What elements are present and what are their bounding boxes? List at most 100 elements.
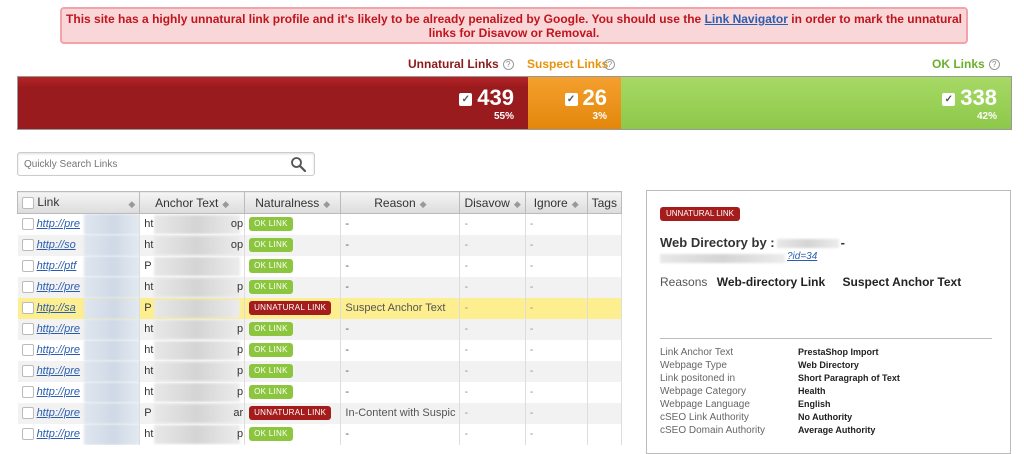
tags-cell[interactable] [587, 318, 623, 340]
row-link[interactable]: http://pre [37, 281, 80, 293]
row-checkbox[interactable] [21, 239, 34, 252]
disavow-cell[interactable]: - [459, 402, 526, 424]
disavow-cell[interactable]: - [459, 234, 526, 256]
table-row[interactable]: http://pre ht p OK LINK - - - [17, 423, 623, 445]
naturalness-badge[interactable]: OK LINK [249, 322, 293, 336]
naturalness-badge[interactable]: OK LINK [249, 280, 293, 294]
row-link[interactable]: http://sa [37, 302, 76, 314]
disavow-cell[interactable]: - [459, 297, 526, 319]
row-checkbox[interactable] [21, 323, 34, 336]
ignore-cell[interactable]: - [525, 276, 588, 298]
table-row[interactable]: http://ptf P OK LINK - - - [17, 255, 623, 277]
naturalness-badge[interactable]: UNNATURAL LINK [249, 406, 332, 420]
checkbox-icon[interactable]: ✓ [564, 93, 578, 106]
ok-segment[interactable]: ✓ 338 42% [621, 77, 1011, 129]
disavow-cell[interactable]: - [459, 423, 526, 445]
tags-cell[interactable] [587, 297, 623, 319]
table-row[interactable]: http://so ht op OK LINK - - - [17, 234, 623, 256]
table-row[interactable]: http://pre Par UNNATURAL LINK In-Content wi… [17, 402, 623, 424]
row-link[interactable]: http://pre [37, 218, 80, 230]
naturalness-badge[interactable]: OK LINK [249, 238, 293, 252]
row-link[interactable]: http://ptf [37, 260, 77, 272]
naturalness-badge[interactable]: OK LINK [249, 343, 293, 357]
help-icon[interactable]: ? [988, 59, 1000, 70]
search-input[interactable] [24, 154, 284, 174]
row-link[interactable]: http://pre [37, 344, 80, 356]
naturalness-badge[interactable]: OK LINK [249, 385, 293, 399]
sort-icon[interactable]: ◆ [514, 199, 521, 209]
search-icon[interactable] [290, 156, 307, 173]
help-icon[interactable]: ? [604, 59, 616, 70]
row-checkbox[interactable] [21, 260, 34, 273]
disavow-cell[interactable]: - [459, 339, 526, 361]
disavow-cell[interactable]: - [459, 276, 526, 298]
table-row[interactable]: http://pre ht p OK LINK - - - [17, 360, 623, 382]
table-row[interactable]: http://pre ht p OK LINK - - - [17, 318, 623, 340]
sort-icon[interactable]: ◆ [128, 199, 135, 210]
tags-cell[interactable] [587, 234, 623, 256]
sort-icon[interactable]: ◆ [323, 199, 330, 209]
column-reason[interactable]: Reason ◆ [340, 191, 461, 214]
table-row[interactable]: http://pre ht p OK LINK - - - [17, 339, 623, 361]
disavow-cell[interactable]: - [459, 360, 526, 382]
naturalness-badge[interactable]: UNNATURAL LINK [249, 301, 332, 315]
ignore-cell[interactable]: - [525, 234, 588, 256]
naturalness-badge[interactable]: OK LINK [249, 259, 293, 273]
row-link[interactable]: http://pre [37, 386, 80, 398]
disavow-cell[interactable]: - [459, 318, 526, 340]
tags-cell[interactable] [587, 339, 623, 361]
row-link[interactable]: http://so [37, 239, 76, 251]
ignore-cell[interactable]: - [525, 339, 588, 361]
link-navigator-link[interactable]: Link Navigator [705, 12, 788, 26]
row-checkbox[interactable] [21, 365, 34, 378]
help-icon[interactable]: ? [502, 59, 514, 70]
row-checkbox[interactable] [21, 407, 34, 420]
sort-icon[interactable]: ◆ [222, 199, 229, 209]
row-link[interactable]: http://pre [37, 428, 80, 440]
table-row[interactable]: http://pre ht p OK LINK - - - [17, 381, 623, 403]
tags-cell[interactable] [587, 423, 623, 445]
unnatural-segment[interactable]: ✓ 439 55% [18, 77, 528, 129]
naturalness-badge[interactable]: OK LINK [249, 364, 293, 378]
disavow-cell[interactable]: - [459, 381, 526, 403]
tags-cell[interactable] [587, 276, 623, 298]
column-tags[interactable]: Tags [586, 191, 623, 214]
column-naturalness[interactable]: Naturalness ◆ [244, 191, 342, 214]
row-checkbox[interactable] [21, 302, 34, 315]
tags-cell[interactable] [587, 360, 623, 382]
disavow-cell[interactable]: - [459, 213, 526, 235]
checkbox-icon[interactable]: ✓ [942, 93, 956, 106]
table-row[interactable]: http://pre ht p OK LINK - - - [17, 276, 623, 298]
row-link[interactable]: http://pre [37, 365, 80, 377]
tags-cell[interactable] [587, 402, 623, 424]
tags-cell[interactable] [587, 381, 623, 403]
row-link[interactable]: http://pre [37, 323, 80, 335]
suspect-segment[interactable]: ✓ 26 3% [528, 77, 621, 129]
naturalness-badge[interactable]: OK LINK [249, 427, 293, 441]
column-link[interactable]: Link ◆ [16, 191, 141, 214]
ignore-cell[interactable]: - [525, 381, 588, 403]
tags-cell[interactable] [587, 213, 623, 235]
disavow-cell[interactable]: - [459, 255, 526, 277]
table-row[interactable]: http://pre ht op OK LINK - - - [17, 213, 623, 235]
select-all-checkbox[interactable] [22, 196, 34, 209]
ignore-cell[interactable]: - [525, 213, 588, 235]
row-checkbox[interactable] [21, 428, 34, 441]
table-row[interactable]: http://sa P UNNATURAL LINK Suspect Anchor T… [17, 297, 623, 319]
sort-icon[interactable]: ◆ [420, 199, 427, 209]
row-checkbox[interactable] [21, 218, 34, 231]
panel-url-link[interactable]: ?id=34 [787, 251, 817, 262]
checkbox-icon[interactable]: ✓ [459, 93, 473, 106]
ignore-cell[interactable]: - [525, 255, 588, 277]
sort-icon[interactable]: ◆ [572, 199, 579, 209]
naturalness-badge[interactable]: OK LINK [249, 217, 293, 232]
ignore-cell[interactable]: - [525, 297, 588, 319]
ignore-cell[interactable]: - [525, 423, 588, 445]
ignore-cell[interactable]: - [525, 402, 588, 424]
row-link[interactable]: http://pre [37, 407, 80, 419]
row-checkbox[interactable] [21, 281, 34, 294]
row-checkbox[interactable] [21, 386, 34, 399]
ignore-cell[interactable]: - [525, 360, 588, 382]
ignore-cell[interactable]: - [525, 318, 588, 340]
column-disavow[interactable]: Disavow ◆ [459, 191, 526, 214]
